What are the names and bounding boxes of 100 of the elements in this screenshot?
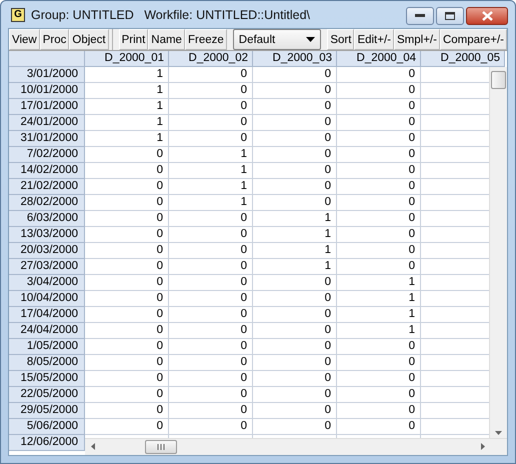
row-header[interactable]: 27/03/2000 <box>9 259 85 275</box>
window-title: Group: UNTITLED Workfile: UNTITLED::Untitled\ <box>31 8 311 22</box>
row-header[interactable]: 14/02/2000 <box>9 163 85 179</box>
table-cell: 1 <box>85 83 169 99</box>
view-dropdown[interactable]: Default <box>232 29 322 50</box>
table-cell: 1 <box>337 275 421 291</box>
table-cell: 0 <box>169 371 253 387</box>
row-header[interactable]: 6/03/2000 <box>9 211 85 227</box>
table-cell: 1 <box>337 307 421 323</box>
table-cell: 0 <box>337 355 421 371</box>
scroll-thumb[interactable] <box>491 71 506 89</box>
table-cell: 0 <box>253 371 337 387</box>
toolbar-button[interactable]: View <box>9 29 40 50</box>
toolbar-button[interactable]: Freeze <box>184 29 227 50</box>
table-cell: 0 <box>85 307 169 323</box>
table-cell: 0 <box>169 211 253 227</box>
column-header[interactable]: D_2000_05 <box>421 51 505 67</box>
maximize-button[interactable] <box>436 7 464 25</box>
close-icon <box>482 11 492 21</box>
column-header[interactable]: D_2000_02 <box>169 51 253 67</box>
table-cell: 0 <box>85 419 169 435</box>
table-cell: 0 <box>253 419 337 435</box>
table-cell: 0 <box>337 227 421 243</box>
table-cell: 0 <box>169 115 253 131</box>
scroll-down-icon[interactable] <box>495 431 502 435</box>
table-cell: 0 <box>253 307 337 323</box>
table-cell: 0 <box>253 99 337 115</box>
column-header[interactable]: D_2000_04 <box>337 51 421 67</box>
table-cell: 0 <box>169 243 253 259</box>
column-header[interactable]: D_2000_01 <box>85 51 169 67</box>
table-cell: 0 <box>169 259 253 275</box>
row-header[interactable]: 20/03/2000 <box>9 243 85 259</box>
toolbar-button[interactable]: Print <box>118 29 148 50</box>
minimize-button[interactable] <box>406 7 434 25</box>
row-header[interactable]: 1/05/2000 <box>9 339 85 355</box>
table-cell: 0 <box>85 275 169 291</box>
table-cell: 0 <box>337 147 421 163</box>
row-header[interactable]: 13/03/2000 <box>9 227 85 243</box>
table-cell: 0 <box>169 307 253 323</box>
row-header[interactable]: 22/05/2000 <box>9 387 85 403</box>
row-header[interactable]: 8/05/2000 <box>9 355 85 371</box>
table-cell: 0 <box>337 259 421 275</box>
column-header[interactable]: D_2000_03 <box>253 51 337 67</box>
row-header[interactable]: 28/02/2000 <box>9 195 85 211</box>
table-cell: 0 <box>337 371 421 387</box>
table-cell: 0 <box>169 403 253 419</box>
row-header[interactable]: 29/05/2000 <box>9 403 85 419</box>
toolbar-button[interactable]: Name <box>148 29 185 50</box>
table-cell: 1 <box>253 259 337 275</box>
row-header[interactable]: 24/01/2000 <box>9 115 85 131</box>
table-cell: 0 <box>253 195 337 211</box>
table-cell: 0 <box>337 67 421 83</box>
table-cell: 0 <box>337 403 421 419</box>
table-cell: 0 <box>253 67 337 83</box>
toolbar-button[interactable]: Smpl+/- <box>394 29 440 50</box>
table-cell: 0 <box>85 291 169 307</box>
table-cell: 0 <box>85 195 169 211</box>
table-cell: 0 <box>85 163 169 179</box>
table-cell: 0 <box>337 387 421 403</box>
horizontal-scrollbar[interactable] <box>85 438 507 455</box>
table-cell: 0 <box>85 323 169 339</box>
table-cell: 0 <box>253 163 337 179</box>
row-header[interactable]: 24/04/2000 <box>9 323 85 339</box>
row-header[interactable]: 17/01/2000 <box>9 99 85 115</box>
table-cell: 0 <box>253 147 337 163</box>
table-cell: 0 <box>85 147 169 163</box>
table-cell: 0 <box>169 83 253 99</box>
table-cell: 0 <box>169 227 253 243</box>
toolbar-button[interactable]: Object <box>69 29 109 50</box>
row-header[interactable]: 10/04/2000 <box>9 291 85 307</box>
row-header[interactable]: 3/01/2000 <box>9 67 85 83</box>
row-header[interactable]: 3/04/2000 <box>9 275 85 291</box>
table-cell: 0 <box>337 99 421 115</box>
table-cell: 0 <box>253 403 337 419</box>
table-cell: 1 <box>169 147 253 163</box>
toolbar-button[interactable]: Edit+/- <box>354 29 394 50</box>
scroll-right-icon[interactable] <box>481 443 485 450</box>
table-cell: 1 <box>169 163 253 179</box>
table-cell: 0 <box>85 387 169 403</box>
row-header[interactable]: 7/02/2000 <box>9 147 85 163</box>
vertical-scrollbar[interactable] <box>489 67 507 439</box>
table-cell: 0 <box>85 259 169 275</box>
row-header[interactable]: 31/01/2000 <box>9 131 85 147</box>
table-cell: 0 <box>85 211 169 227</box>
table-cell: 0 <box>85 179 169 195</box>
row-header[interactable]: 5/06/2000 <box>9 419 85 435</box>
toolbar-button[interactable]: Sort <box>327 29 354 50</box>
table-cell: 1 <box>253 243 337 259</box>
row-header[interactable]: 12/06/2000 <box>9 435 85 451</box>
close-button[interactable] <box>466 7 508 25</box>
row-header[interactable]: 21/02/2000 <box>9 179 85 195</box>
table-cell: 0 <box>85 243 169 259</box>
row-header[interactable]: 17/04/2000 <box>9 307 85 323</box>
row-header[interactable]: 15/05/2000 <box>9 371 85 387</box>
table-cell: 0 <box>253 179 337 195</box>
row-header[interactable]: 10/01/2000 <box>9 83 85 99</box>
scroll-left-icon[interactable] <box>91 443 95 450</box>
scroll-thumb[interactable] <box>145 440 177 454</box>
toolbar-button[interactable]: Proc <box>40 29 70 50</box>
toolbar-button[interactable]: Compare+/- <box>440 29 507 50</box>
